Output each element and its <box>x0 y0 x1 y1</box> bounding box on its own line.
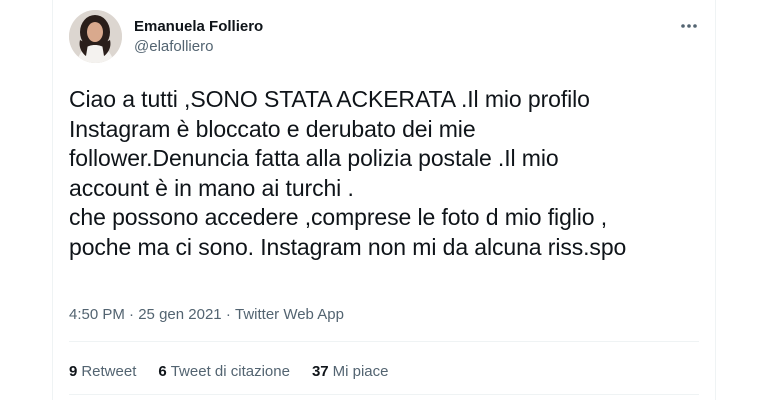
more-options-button[interactable] <box>677 16 701 36</box>
retweets-label: Retweet <box>81 363 137 380</box>
author-display-name[interactable]: Emanuela Folliero <box>134 17 263 37</box>
likes-label: Mi piace <box>332 363 389 380</box>
more-horizontal-icon <box>681 24 697 28</box>
tweet-source[interactable]: Twitter Web App <box>235 306 344 323</box>
tweet-card: Emanuela Folliero @elafolliero Ciao a tu… <box>52 0 716 400</box>
tweet-date[interactable]: 25 gen 2021 <box>138 306 221 323</box>
author-block: Emanuela Folliero @elafolliero <box>134 17 263 57</box>
author-handle[interactable]: @elafolliero <box>134 37 263 57</box>
quotes-label: Tweet di citazione <box>170 363 290 380</box>
likes-count: 37 <box>311 363 329 380</box>
avatar-photo <box>69 10 122 63</box>
divider <box>69 341 699 342</box>
quotes-stat[interactable]: 6 Tweet di citazione <box>158 362 290 382</box>
meta-separator: · <box>225 306 235 323</box>
divider <box>69 394 699 395</box>
retweets-stat[interactable]: 9 Retweet <box>69 362 136 382</box>
meta-separator: · <box>129 306 139 323</box>
avatar[interactable] <box>69 10 122 63</box>
tweet-text: Ciao a tutti ,SONO STATA ACKERATA .Il mi… <box>69 86 627 260</box>
retweets-count: 9 <box>69 363 78 380</box>
tweet-stats: 9 Retweet 6 Tweet di citazione 37 Mi piace <box>69 362 389 382</box>
quotes-count: 6 <box>158 363 167 380</box>
tweet-meta: 4:50 PM · 25 gen 2021 · Twitter Web App <box>69 305 344 325</box>
tweet-time[interactable]: 4:50 PM <box>69 306 125 323</box>
likes-stat[interactable]: 37 Mi piace <box>312 362 389 382</box>
